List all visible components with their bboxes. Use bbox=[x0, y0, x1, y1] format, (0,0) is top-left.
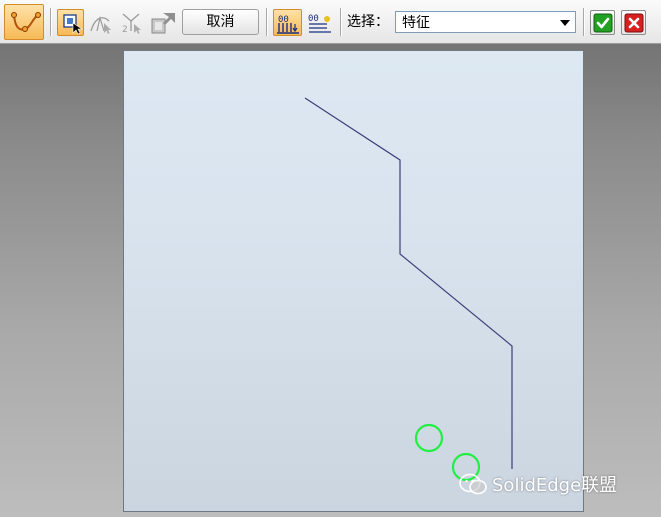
select-step-button[interactable] bbox=[57, 9, 84, 36]
close-command-button[interactable] bbox=[621, 10, 646, 35]
select-face-icon bbox=[63, 14, 83, 35]
watermark: SolidEdge联盟 bbox=[458, 470, 617, 498]
order-numbers-button[interactable]: 00 bbox=[273, 9, 302, 36]
selection-highlight-circle[interactable] bbox=[414, 423, 444, 453]
reorder-icon bbox=[151, 13, 175, 34]
tangent-icon bbox=[90, 15, 111, 34]
step-button[interactable]: 2 bbox=[118, 9, 145, 36]
chevron-down-icon bbox=[560, 20, 570, 26]
check-icon bbox=[593, 13, 613, 33]
select-filter-dropdown[interactable]: 特征 bbox=[395, 11, 576, 33]
step-icon: 2 bbox=[122, 13, 141, 35]
svg-text:00: 00 bbox=[308, 14, 319, 24]
close-icon bbox=[624, 13, 644, 33]
sketch-drawing bbox=[304, 97, 513, 482]
tangent-step-button[interactable] bbox=[87, 9, 114, 36]
path-polyline[interactable] bbox=[304, 97, 513, 469]
command-toolbar: 2 取消 00 00 选择： 特征 bbox=[0, 0, 661, 44]
order-numbers-icon: 00 bbox=[277, 15, 299, 34]
reorder-button[interactable] bbox=[149, 9, 179, 36]
select-label: 选择： bbox=[347, 14, 389, 30]
list-numbers-icon: 00 bbox=[308, 14, 331, 33]
list-numbers-button[interactable]: 00 bbox=[305, 9, 334, 36]
path-command-button[interactable] bbox=[4, 4, 44, 40]
select-filter-value: 特征 bbox=[402, 15, 430, 31]
watermark-text: SolidEdge联盟 bbox=[492, 475, 618, 496]
wechat-icon bbox=[459, 473, 487, 495]
accept-button[interactable] bbox=[590, 10, 615, 35]
graphics-window[interactable] bbox=[123, 50, 584, 512]
path-curve-icon bbox=[11, 12, 41, 32]
cancel-button[interactable]: 取消 bbox=[182, 9, 259, 35]
svg-text:2: 2 bbox=[122, 25, 128, 35]
